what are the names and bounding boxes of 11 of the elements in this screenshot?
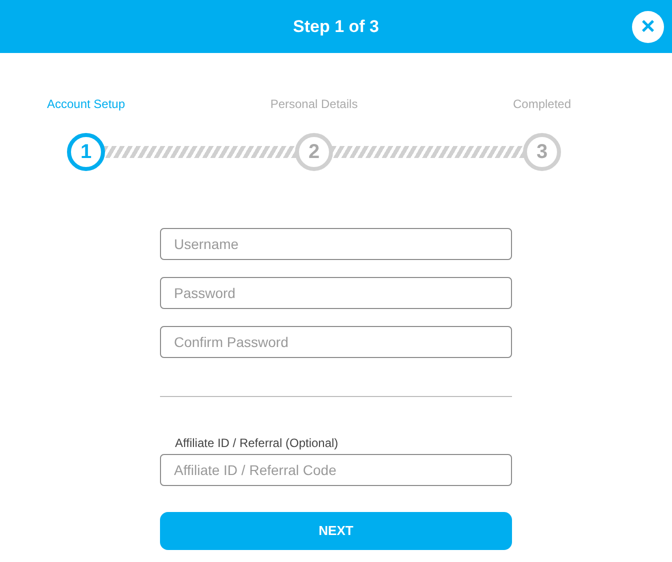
input-field[interactable]: Username xyxy=(160,228,512,260)
input-field[interactable]: Affiliate ID / Referral Code xyxy=(160,454,512,486)
input-field[interactable]: Confirm Password xyxy=(160,326,512,358)
input-field[interactable]: Password xyxy=(160,277,512,309)
field-label: Affiliate ID / Referral (Optional) xyxy=(175,435,340,451)
window-title: Step 1 of 3 xyxy=(293,16,379,38)
close-button[interactable]: × xyxy=(632,11,664,43)
step-label: Completed xyxy=(512,96,572,113)
step-label: Personal Details xyxy=(270,96,358,113)
next-button[interactable]: NEXT xyxy=(160,512,512,550)
step-label: Account Setup xyxy=(46,96,126,113)
